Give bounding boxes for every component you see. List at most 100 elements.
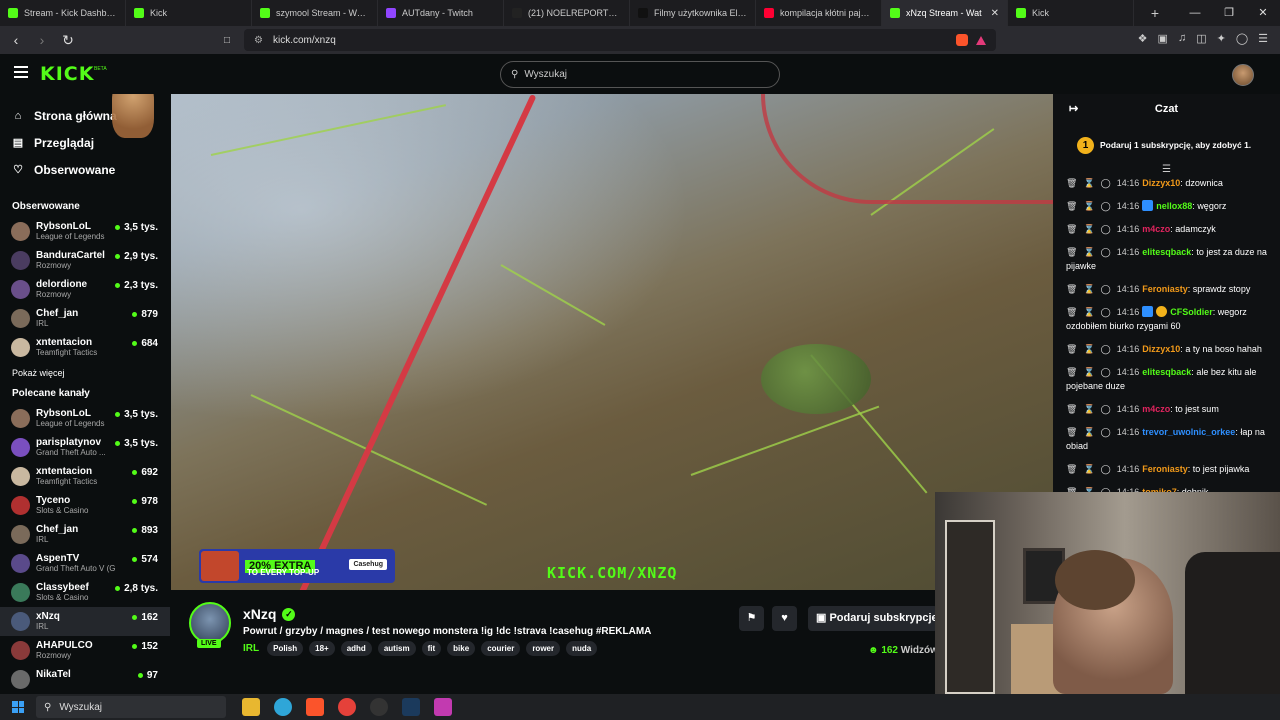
browser-tab[interactable]: szymool Stream - Watch L	[252, 0, 378, 26]
collapse-chat-icon[interactable]: ↦	[1069, 94, 1078, 124]
url-field[interactable]: □ ⚙ kick.com/xnzq	[224, 29, 996, 51]
brave-shield-icon[interactable]	[956, 34, 968, 46]
sidebar-channel[interactable]: Chef_jan IRL 879	[0, 304, 170, 333]
chrome-icon[interactable]	[338, 698, 356, 716]
back-icon[interactable]: ‹	[6, 32, 26, 48]
message-user[interactable]: m4czo	[1142, 224, 1170, 234]
sidebar-channel[interactable]: delordione Rozmowy 2,3 tys.	[0, 275, 170, 304]
sidebar-channel[interactable]: AspenTV Grand Theft Auto V (G... 574	[0, 549, 170, 578]
delete-message-icon[interactable]: 🗑	[1066, 201, 1077, 211]
message-user[interactable]: Feroniasty	[1142, 284, 1188, 294]
sidebar-channel[interactable]: xNzq IRL 162	[0, 607, 170, 636]
ban-icon[interactable]: ◯	[1101, 284, 1111, 294]
sidebar-channel[interactable]: BanduraCartel Rozmowy 2,9 tys.	[0, 246, 170, 275]
timeout-icon[interactable]: ⌛	[1083, 464, 1094, 474]
delete-message-icon[interactable]: 🗑	[1066, 344, 1077, 354]
extensions-icon[interactable]: ❖	[1138, 32, 1148, 45]
timeout-icon[interactable]: ⌛	[1083, 247, 1094, 257]
restore-button[interactable]: ❐	[1212, 0, 1246, 26]
browser-tab[interactable]: Filmy użytkownika Elisa Ba	[630, 0, 756, 26]
sidebar-channel[interactable]: RybsonLoL League of Legends 3,5 tys.	[0, 217, 170, 246]
stream-category[interactable]: IRL	[243, 643, 259, 654]
sidebar-toggle-icon[interactable]: ◫	[1196, 32, 1206, 45]
menu-icon[interactable]: ☰	[1258, 32, 1268, 45]
delete-message-icon[interactable]: 🗑	[1066, 224, 1077, 234]
pinned-toggle-icon[interactable]: ☰	[1053, 165, 1280, 176]
timeout-icon[interactable]: ⌛	[1083, 427, 1094, 437]
reload-icon[interactable]: ↻	[58, 32, 78, 49]
stream-tag[interactable]: rower	[526, 641, 561, 656]
obs-icon[interactable]	[370, 698, 388, 716]
timeout-icon[interactable]: ⌛	[1083, 284, 1094, 294]
sidebar-channel[interactable]: xntentacion Teamfight Tactics 692	[0, 462, 170, 491]
message-user[interactable]: Dizzyx10	[1142, 344, 1180, 354]
new-tab-icon[interactable]: +	[1140, 5, 1170, 21]
timeout-icon[interactable]: ⌛	[1083, 307, 1094, 317]
ban-icon[interactable]: ◯	[1101, 344, 1111, 354]
show-more-link[interactable]: Pokaż więcej	[0, 362, 170, 384]
timeout-icon[interactable]: ⌛	[1083, 201, 1094, 211]
streamer-avatar[interactable]	[189, 602, 231, 644]
delete-message-icon[interactable]: 🗑	[1066, 178, 1077, 188]
taskbar-search[interactable]: ⚲ Wyszukaj	[36, 696, 226, 718]
stream-tag[interactable]: nuda	[566, 641, 598, 656]
ban-icon[interactable]: ◯	[1101, 178, 1111, 188]
follow-button[interactable]: ♥	[772, 606, 797, 631]
sidebar-channel[interactable]: xntentacion Teamfight Tactics 684	[0, 333, 170, 362]
delete-message-icon[interactable]: 🗑	[1066, 427, 1077, 437]
message-user[interactable]: nellox88	[1156, 201, 1192, 211]
sidebar-channel[interactable]: Tyceno Slots & Casino 978	[0, 491, 170, 520]
music-icon[interactable]: ♫	[1178, 32, 1186, 45]
stream-tag[interactable]: fit	[421, 641, 442, 656]
ban-icon[interactable]: ◯	[1101, 201, 1111, 211]
sidebar-channel[interactable]: parisplatynov Grand Theft Auto ... 3,5 tys…	[0, 433, 170, 462]
sidebar-channel[interactable]: Chef_jan IRL 893	[0, 520, 170, 549]
stream-tag[interactable]: Polish	[267, 641, 304, 656]
message-user[interactable]: elitesqback	[1142, 367, 1191, 377]
app-icon[interactable]	[434, 698, 452, 716]
notifications-button[interactable]: ⚑	[739, 606, 764, 631]
close-window-button[interactable]: ✕	[1246, 0, 1280, 26]
timeout-icon[interactable]: ⌛	[1083, 178, 1094, 188]
stream-tag[interactable]: 18+	[309, 641, 335, 656]
delete-message-icon[interactable]: 🗑	[1066, 404, 1077, 414]
message-user[interactable]: Dizzyx10	[1142, 178, 1180, 188]
timeout-icon[interactable]: ⌛	[1083, 367, 1094, 377]
delete-message-icon[interactable]: 🗑	[1066, 247, 1077, 257]
edge-icon[interactable]	[274, 698, 292, 716]
browser-tab[interactable]: AUTdany - Twitch	[378, 0, 504, 26]
stream-tag[interactable]: autism	[377, 641, 416, 656]
sidebar-channel[interactable]: NikaTel 97	[0, 665, 170, 694]
windows-start-icon[interactable]	[12, 701, 24, 713]
browser-tab[interactable]: Kick	[1008, 0, 1134, 26]
ban-icon[interactable]: ◯	[1101, 367, 1111, 377]
stream-tag[interactable]: courier	[481, 641, 521, 656]
close-tab-icon[interactable]: ✕	[991, 8, 999, 19]
sidebar-channel[interactable]: RybsonLoL League of Legends 3,5 tys.	[0, 404, 170, 433]
browser-tab[interactable]: xNzq Stream - Wat ✕	[882, 0, 1008, 26]
forward-icon[interactable]: ›	[32, 32, 52, 48]
minimize-button[interactable]: —	[1178, 0, 1212, 26]
menu-toggle-icon[interactable]	[14, 66, 28, 81]
ban-icon[interactable]: ◯	[1101, 404, 1111, 414]
message-user[interactable]: CFSoldier	[1170, 307, 1213, 317]
browser-tab[interactable]: kompilacja kłótni pajalock	[756, 0, 882, 26]
stream-tag[interactable]: adhd	[340, 641, 372, 656]
message-user[interactable]: m4czo	[1142, 404, 1170, 414]
brave-rewards-icon[interactable]	[976, 35, 986, 45]
vpn-icon[interactable]: ◯	[1236, 32, 1248, 45]
file-explorer-icon[interactable]	[242, 698, 260, 716]
leo-icon[interactable]: ✦	[1217, 32, 1226, 45]
delete-message-icon[interactable]: 🗑	[1066, 464, 1077, 474]
user-avatar[interactable]	[1232, 64, 1254, 86]
ban-icon[interactable]: ◯	[1101, 247, 1111, 257]
brave-icon[interactable]	[306, 698, 324, 716]
browser-tab[interactable]: Kick	[126, 0, 252, 26]
delete-message-icon[interactable]: 🗑	[1066, 284, 1077, 294]
ban-icon[interactable]: ◯	[1101, 224, 1111, 234]
browser-tab[interactable]: Stream - Kick Dashboard	[0, 0, 126, 26]
site-info-icon[interactable]: ⚙	[254, 35, 263, 46]
timeout-icon[interactable]: ⌛	[1083, 224, 1094, 234]
bookmark-icon[interactable]: □	[224, 35, 230, 46]
sub-goal-banner[interactable]: 1 Podaruj 1 subskrypcję, aby zdobyć 1.	[1061, 130, 1272, 160]
